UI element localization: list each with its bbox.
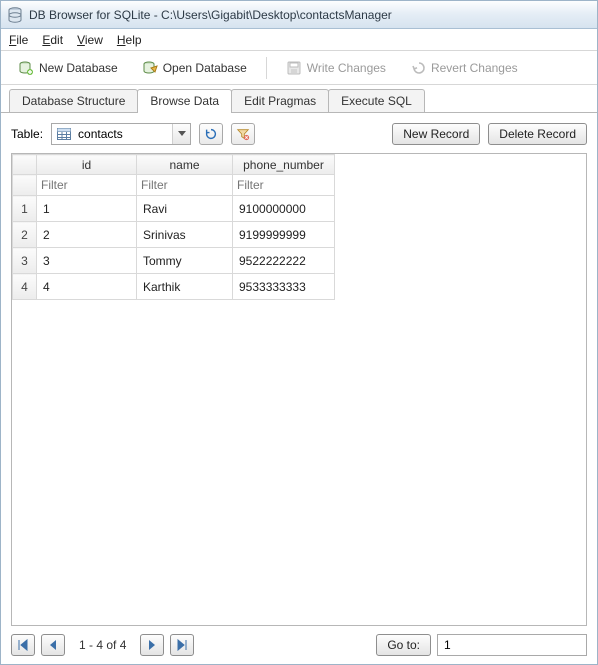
- row-number: 4: [13, 274, 37, 300]
- row-number: 3: [13, 248, 37, 274]
- table-select-value: contacts: [76, 127, 172, 141]
- refresh-icon: [204, 127, 218, 141]
- new-record-button[interactable]: New Record: [392, 123, 480, 145]
- menu-edit[interactable]: Edit: [42, 33, 63, 47]
- next-page-button[interactable]: [140, 634, 164, 656]
- refresh-button[interactable]: [199, 123, 223, 145]
- menu-help[interactable]: Help: [117, 33, 142, 47]
- cell-name[interactable]: Tommy: [137, 248, 233, 274]
- delete-record-button[interactable]: Delete Record: [488, 123, 587, 145]
- tab-database-structure[interactable]: Database Structure: [9, 89, 138, 112]
- prev-page-button[interactable]: [41, 634, 65, 656]
- pager-bar: 1 - 4 of 4 Go to:: [11, 634, 587, 656]
- menu-bar: File Edit View Help: [1, 29, 597, 51]
- write-changes-label: Write Changes: [307, 61, 386, 75]
- window-title: DB Browser for SQLite - C:\Users\Gigabit…: [29, 8, 392, 22]
- first-icon: [17, 639, 29, 651]
- column-header-name[interactable]: name: [137, 155, 233, 175]
- prev-icon: [47, 639, 59, 651]
- clear-filter-icon: [236, 127, 250, 141]
- table-row[interactable]: 44Karthik9533333333: [13, 274, 335, 300]
- database-icon: [7, 7, 23, 23]
- last-icon: [176, 639, 188, 651]
- cell-phone[interactable]: 9199999999: [233, 222, 335, 248]
- cell-id[interactable]: 3: [37, 248, 137, 274]
- tab-edit-pragmas[interactable]: Edit Pragmas: [231, 89, 329, 112]
- first-page-button[interactable]: [11, 634, 35, 656]
- clear-filters-button[interactable]: [231, 123, 255, 145]
- cell-name[interactable]: Srinivas: [137, 222, 233, 248]
- open-database-icon: [142, 60, 158, 76]
- cell-name[interactable]: Ravi: [137, 196, 233, 222]
- next-icon: [146, 639, 158, 651]
- cell-name[interactable]: Karthik: [137, 274, 233, 300]
- title-bar: DB Browser for SQLite - C:\Users\Gigabit…: [1, 1, 597, 29]
- menu-view[interactable]: View: [77, 33, 103, 47]
- table-icon: [56, 126, 72, 142]
- browse-data-panel: Table: contacts New Record Delete Record…: [1, 113, 597, 664]
- main-toolbar: New Database Open Database Write Changes…: [1, 51, 597, 85]
- new-database-button[interactable]: New Database: [9, 55, 127, 81]
- cell-id[interactable]: 1: [37, 196, 137, 222]
- revert-changes-label: Revert Changes: [431, 61, 518, 75]
- cell-phone[interactable]: 9533333333: [233, 274, 335, 300]
- filter-phone-input[interactable]: [233, 175, 334, 195]
- toolbar-separator: [266, 57, 267, 79]
- cell-phone[interactable]: 9100000000: [233, 196, 335, 222]
- revert-changes-icon: [410, 60, 426, 76]
- column-header-phone[interactable]: phone_number: [233, 155, 335, 175]
- data-table: id name phone_number 11Ravi910000000022S…: [12, 154, 335, 300]
- tab-browse-data[interactable]: Browse Data: [137, 89, 232, 113]
- tab-execute-sql[interactable]: Execute SQL: [328, 89, 425, 112]
- cell-id[interactable]: 4: [37, 274, 137, 300]
- last-page-button[interactable]: [170, 634, 194, 656]
- data-table-container: id name phone_number 11Ravi910000000022S…: [11, 153, 587, 626]
- new-database-icon: [18, 60, 34, 76]
- table-row[interactable]: 33Tommy9522222222: [13, 248, 335, 274]
- row-number: 2: [13, 222, 37, 248]
- row-number-header: [13, 155, 37, 175]
- table-label: Table:: [11, 127, 43, 141]
- tab-strip: Database Structure Browse Data Edit Prag…: [1, 85, 597, 113]
- table-row[interactable]: 11Ravi9100000000: [13, 196, 335, 222]
- column-header-id[interactable]: id: [37, 155, 137, 175]
- cell-phone[interactable]: 9522222222: [233, 248, 335, 274]
- table-row[interactable]: 22Srinivas9199999999: [13, 222, 335, 248]
- menu-file[interactable]: File: [9, 33, 28, 47]
- pager-text: 1 - 4 of 4: [71, 638, 134, 652]
- cell-id[interactable]: 2: [37, 222, 137, 248]
- open-database-button[interactable]: Open Database: [133, 55, 256, 81]
- chevron-down-icon: [172, 124, 190, 144]
- filter-id-input[interactable]: [37, 175, 136, 195]
- table-select[interactable]: contacts: [51, 123, 191, 145]
- write-changes-button: Write Changes: [277, 55, 395, 81]
- goto-input[interactable]: [437, 634, 587, 656]
- filter-name-input[interactable]: [137, 175, 232, 195]
- revert-changes-button: Revert Changes: [401, 55, 527, 81]
- table-controls-row: Table: contacts New Record Delete Record: [11, 123, 587, 145]
- goto-button[interactable]: Go to:: [376, 634, 431, 656]
- new-database-label: New Database: [39, 61, 118, 75]
- filter-row-gutter: [13, 175, 37, 196]
- open-database-label: Open Database: [163, 61, 247, 75]
- write-changes-icon: [286, 60, 302, 76]
- row-number: 1: [13, 196, 37, 222]
